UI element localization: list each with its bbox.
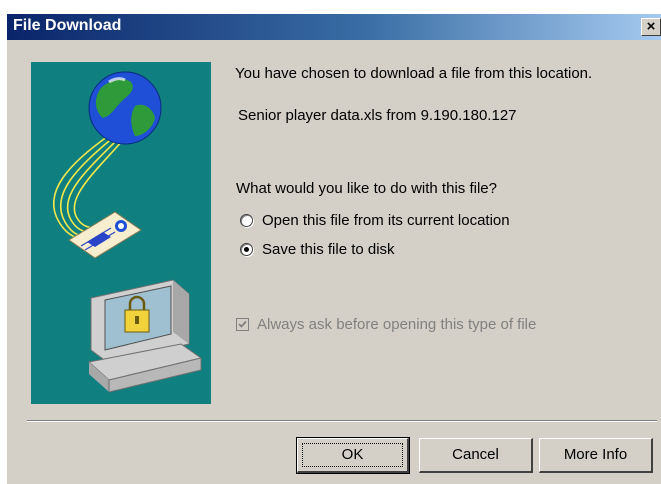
more-info-button[interactable]: More Info [539,438,653,473]
save-file-radio[interactable] [240,243,253,256]
cancel-button[interactable]: Cancel [419,438,533,473]
computer-lock-icon [87,279,203,393]
download-illustration [31,62,211,404]
checkmark-icon [238,320,247,328]
open-file-radio[interactable] [240,214,253,227]
open-file-label: Open this file from its current location [262,212,510,229]
file-download-dialog: File Download × You have chosen to downl… [6,14,661,484]
always-ask-checkbox[interactable] [236,318,249,331]
open-file-option[interactable]: Open this file from its current location [240,212,510,229]
focus-ring [302,443,403,467]
save-file-option[interactable]: Save this file to disk [240,241,395,258]
title-bar[interactable]: File Download × [7,14,661,40]
save-file-label: Save this file to disk [262,241,395,258]
always-ask-label: Always ask before opening this type of f… [257,316,537,333]
radio-selected-dot [244,247,249,252]
document-icon [68,211,142,259]
cancel-button-label: Cancel [452,446,499,463]
separator [27,420,657,422]
globe-icon [88,71,162,145]
file-info-text: Senior player data.xls from 9.190.180.12… [238,107,517,124]
more-info-button-label: More Info [563,446,628,463]
close-button[interactable]: × [641,18,661,36]
question-text: What would you like to do with this file… [236,180,497,197]
ok-button[interactable]: OK [296,437,410,474]
intro-text: You have chosen to download a file from … [235,65,593,82]
dialog-title: File Download [13,17,122,34]
always-ask-option[interactable]: Always ask before opening this type of f… [236,316,536,333]
